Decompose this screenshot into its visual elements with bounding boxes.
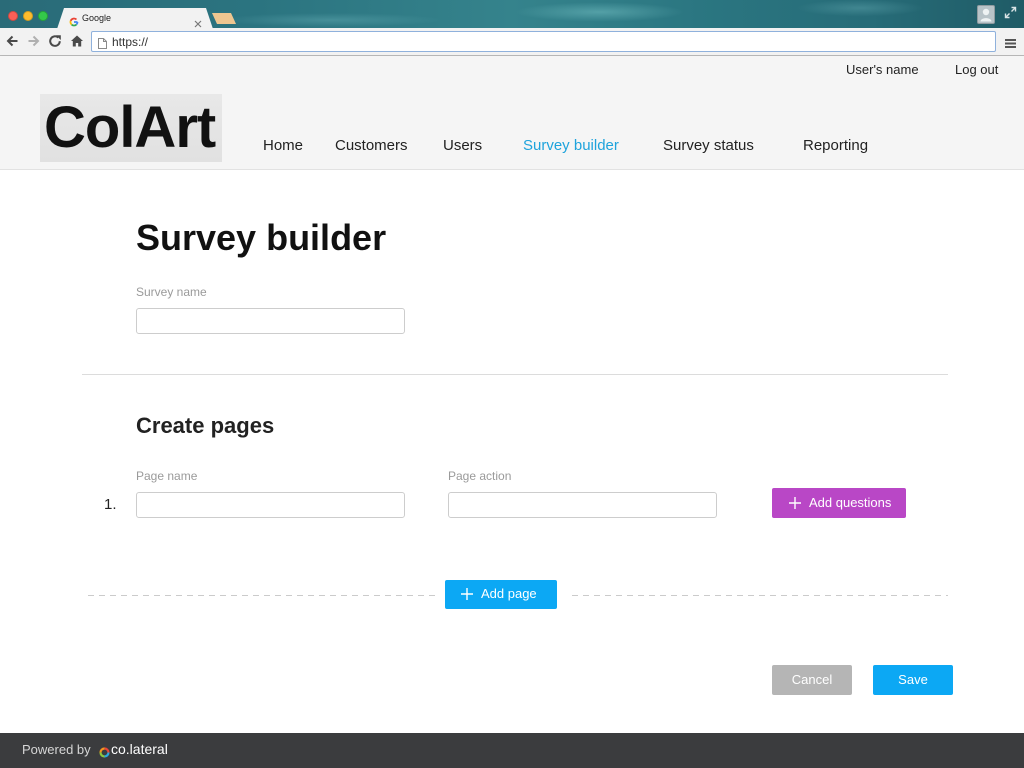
- main-content: Survey builder Survey name Create pages …: [0, 170, 1024, 733]
- new-tab-icon[interactable]: [212, 13, 236, 24]
- powered-by-text: Powered by: [22, 742, 91, 757]
- logo-text: ColArt: [44, 95, 216, 160]
- user-profile-icon[interactable]: [977, 5, 995, 24]
- home-icon[interactable]: [70, 34, 84, 48]
- survey-name-label: Survey name: [136, 285, 207, 299]
- page-title: Survey builder: [136, 217, 387, 258]
- browser-toolbar: https://: [0, 28, 1024, 56]
- maximize-window-icon[interactable]: [38, 11, 48, 21]
- add-questions-label: Add questions: [809, 495, 892, 510]
- site-header: User's name Log out ColArt Home Customer…: [0, 56, 1024, 170]
- browser-tab[interactable]: Google: [57, 8, 213, 29]
- site-footer: Powered by co.lateral: [0, 733, 1024, 768]
- plus-icon: [461, 588, 473, 600]
- add-page-container: Add page: [435, 580, 567, 609]
- survey-name-input[interactable]: [136, 308, 405, 334]
- add-page-button[interactable]: Add page: [445, 580, 557, 609]
- colateral-brand-text[interactable]: co.lateral: [111, 741, 168, 758]
- tab-title: Google: [82, 13, 112, 23]
- close-icon[interactable]: [194, 15, 202, 23]
- colart-logo[interactable]: ColArt: [40, 94, 222, 162]
- page-name-label: Page name: [136, 469, 198, 483]
- browser-window: Google https:// User's name Log out ColA…: [0, 0, 1024, 768]
- reload-icon[interactable]: [48, 34, 62, 48]
- nav-item-home[interactable]: Home: [263, 138, 303, 154]
- user-name-link[interactable]: User's name: [846, 62, 919, 78]
- page-action-input[interactable]: [448, 492, 717, 518]
- minimize-window-icon[interactable]: [23, 11, 33, 21]
- logout-link[interactable]: Log out: [955, 62, 998, 78]
- cancel-button[interactable]: Cancel: [772, 665, 852, 695]
- page-action-label: Page action: [448, 469, 512, 483]
- browser-title-bar: Google: [0, 0, 1024, 28]
- section-divider: [82, 374, 948, 375]
- menu-icon[interactable]: [1005, 36, 1016, 48]
- expand-icon[interactable]: [1004, 6, 1017, 19]
- add-page-label: Add page: [481, 586, 537, 601]
- nav-item-users[interactable]: Users: [443, 138, 482, 154]
- page-name-input[interactable]: [136, 492, 405, 518]
- page-number: 1.: [104, 496, 117, 513]
- add-questions-button[interactable]: Add questions: [772, 488, 906, 518]
- plus-icon: [789, 497, 801, 509]
- url-text[interactable]: https://: [112, 35, 148, 49]
- close-window-icon[interactable]: [8, 11, 18, 21]
- forward-arrow-icon[interactable]: [27, 34, 41, 48]
- nav-item-reporting[interactable]: Reporting: [803, 138, 868, 154]
- nav-item-customers[interactable]: Customers: [335, 138, 408, 154]
- create-pages-title: Create pages: [136, 413, 275, 438]
- nav-item-survey-status[interactable]: Survey status: [663, 138, 754, 154]
- page-icon: [98, 36, 107, 49]
- save-button[interactable]: Save: [873, 665, 953, 695]
- back-arrow-icon[interactable]: [5, 34, 19, 48]
- colateral-logo-icon: [99, 745, 110, 758]
- page-row: 1. Add questions: [0, 488, 1024, 518]
- nav-item-survey-builder[interactable]: Survey builder: [523, 138, 619, 154]
- address-bar[interactable]: https://: [91, 31, 996, 52]
- google-g-icon: [69, 14, 79, 24]
